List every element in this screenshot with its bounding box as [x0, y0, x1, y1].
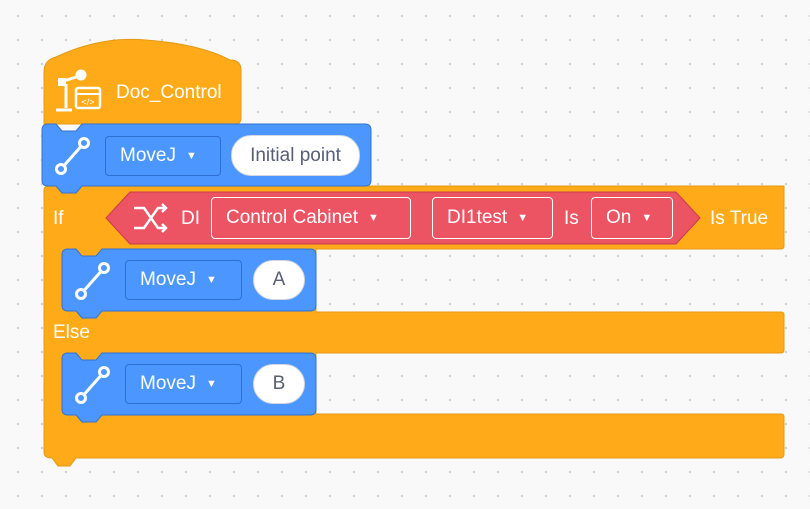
state-dropdown-label: On	[606, 207, 632, 228]
point-input-a[interactable]: A	[253, 260, 305, 300]
if-label: If	[53, 208, 64, 229]
block-canvas: </>	[41, 38, 785, 467]
point-input-b[interactable]: B	[253, 364, 305, 404]
movej-dropdown-1[interactable]: MoveJ ▼	[105, 136, 221, 176]
hat-block-label: Doc_Control	[116, 82, 222, 103]
is-true-label: Is True	[710, 208, 769, 229]
movej-dropdown-label: MoveJ	[120, 145, 176, 166]
chevron-down-icon: ▼	[368, 212, 379, 224]
chevron-down-icon: ▼	[641, 212, 653, 224]
di-label: DI	[181, 208, 200, 229]
is-label: Is	[564, 208, 579, 229]
chevron-down-icon: ▼	[205, 378, 217, 390]
chevron-down-icon: ▼	[185, 150, 197, 162]
point-input-initial[interactable]: Initial point	[231, 135, 360, 176]
svg-text:</>: </>	[81, 97, 94, 107]
source-dropdown-label: Control Cabinet	[226, 207, 359, 228]
movej-dropdown-2[interactable]: MoveJ ▼	[125, 260, 242, 300]
else-label: Else	[53, 322, 90, 343]
movej-dropdown-label: MoveJ	[140, 373, 196, 394]
state-dropdown[interactable]: On ▼	[591, 197, 673, 239]
source-dropdown[interactable]: Control Cabinet ▼	[211, 197, 411, 239]
port-dropdown-label: DI1test	[447, 207, 508, 228]
movej-dropdown-3[interactable]: MoveJ ▼	[125, 364, 242, 404]
chevron-down-icon: ▼	[205, 274, 217, 286]
port-dropdown[interactable]: DI1test ▼	[432, 197, 553, 239]
movej-dropdown-label: MoveJ	[140, 269, 196, 290]
chevron-down-icon: ▼	[517, 212, 529, 224]
